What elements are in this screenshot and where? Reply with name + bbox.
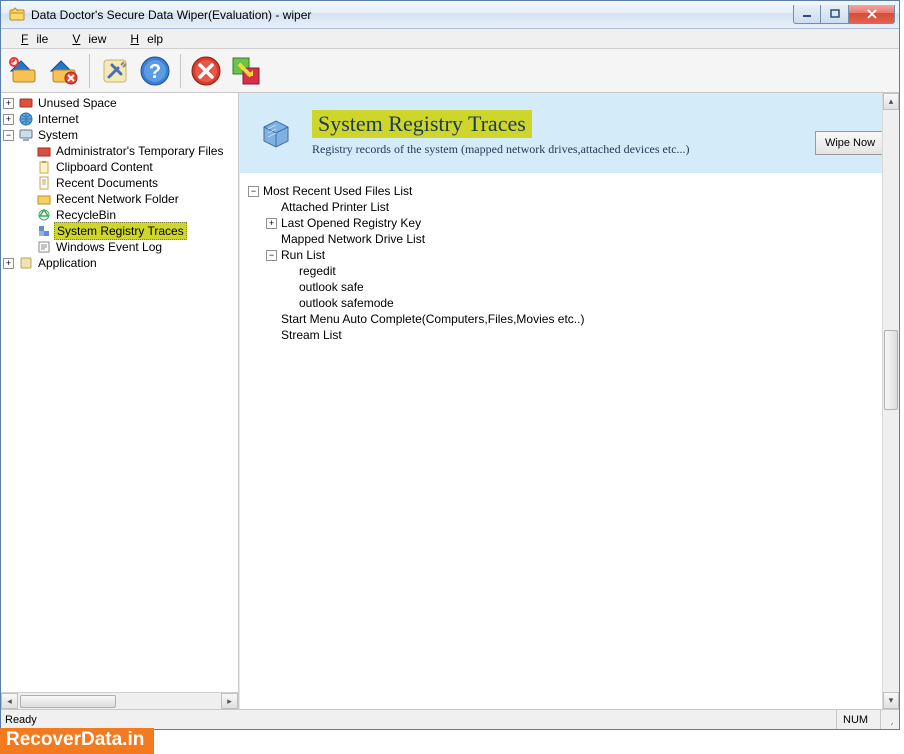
sidebar-item-recent-network[interactable]: Recent Network Folder [3, 191, 238, 207]
toolbar-settings-icon[interactable] [96, 52, 134, 90]
status-blank [803, 710, 837, 729]
globe-icon [18, 111, 34, 127]
folder-icon [36, 143, 52, 159]
sidebar-selected-label: System Registry Traces [54, 222, 187, 240]
tree-item-printer[interactable]: Attached Printer List [248, 199, 891, 215]
window-controls [793, 5, 895, 25]
sidebar-item-system[interactable]: − System [3, 127, 238, 143]
tree-item-mapped[interactable]: Mapped Network Drive List [248, 231, 891, 247]
collapse-icon[interactable]: − [3, 130, 14, 141]
toolbar-cancel-icon[interactable] [187, 52, 225, 90]
tree-item-outlook-safemode[interactable]: outlook safemode [248, 295, 891, 311]
sidebar-item-registry-traces[interactable]: System Registry Traces [3, 223, 238, 239]
toolbar-open-folder-icon[interactable] [5, 52, 43, 90]
scroll-down-icon[interactable]: ▾ [883, 692, 899, 709]
recycle-icon [36, 207, 52, 223]
tree-item-runlist[interactable]: − Run List [248, 247, 891, 263]
minimize-button[interactable] [793, 5, 821, 24]
collapse-icon[interactable]: − [266, 250, 277, 261]
sidebar-tree: + Unused Space + Internet − [1, 93, 238, 692]
content-tree: − Most Recent Used Files List Attached P… [240, 173, 899, 709]
collapse-icon[interactable]: − [248, 186, 259, 197]
main-panel: System Registry Traces Registry records … [239, 93, 899, 709]
sidebar-item-recent-docs[interactable]: Recent Documents [3, 175, 238, 191]
sidebar-item-admin-temp[interactable]: Administrator's Temporary Files [3, 143, 238, 159]
main-vscrollbar[interactable]: ▴ ▾ [882, 93, 899, 709]
eventlog-icon [36, 239, 52, 255]
sidebar-item-recyclebin[interactable]: RecycleBin [3, 207, 238, 223]
toolbar-separator [180, 54, 181, 88]
page-subtitle: Registry records of the system (mapped n… [312, 142, 690, 157]
app-icon [9, 7, 25, 23]
clipboard-icon [36, 159, 52, 175]
svg-text:?: ? [149, 61, 161, 83]
titlebar: Data Doctor's Secure Data Wiper(Evaluati… [1, 1, 899, 29]
network-folder-icon [36, 191, 52, 207]
toolbar-swap-icon[interactable] [227, 52, 265, 90]
menubar: File View Help [1, 29, 899, 49]
sidebar: + Unused Space + Internet − [1, 93, 239, 709]
maximize-button[interactable] [821, 5, 849, 24]
sidebar-item-eventlog[interactable]: Windows Event Log [3, 239, 238, 255]
app-window: Data Doctor's Secure Data Wiper(Evaluati… [0, 0, 900, 730]
sidebar-item-unused-space[interactable]: + Unused Space [3, 95, 238, 111]
tree-item-startmenu[interactable]: Start Menu Auto Complete(Computers,Files… [248, 311, 891, 327]
expand-icon[interactable]: + [3, 114, 14, 125]
window-title: Data Doctor's Secure Data Wiper(Evaluati… [31, 8, 793, 22]
sidebar-item-internet[interactable]: + Internet [3, 111, 238, 127]
tree-item-stream[interactable]: Stream List [248, 327, 891, 343]
tree-item-outlook-safe[interactable]: outlook safe [248, 279, 891, 295]
expand-icon[interactable]: + [266, 218, 277, 229]
tree-item-mru[interactable]: − Most Recent Used Files List [248, 183, 891, 199]
watermark: RecoverData.in [0, 728, 154, 754]
toolbar-delete-folder-icon[interactable] [45, 52, 83, 90]
scroll-right-icon[interactable]: ▸ [221, 693, 238, 709]
header-text-block: System Registry Traces Registry records … [312, 110, 690, 157]
scroll-track[interactable] [18, 693, 221, 709]
menu-view[interactable]: View [56, 30, 114, 48]
computer-icon [18, 127, 34, 143]
sidebar-hscrollbar[interactable]: ◂ ▸ [1, 692, 238, 709]
tree-item-lastreg[interactable]: + Last Opened Registry Key [248, 215, 891, 231]
sidebar-item-clipboard[interactable]: Clipboard Content [3, 159, 238, 175]
expand-icon[interactable]: + [3, 98, 14, 109]
scroll-left-icon[interactable]: ◂ [1, 693, 18, 709]
scroll-track[interactable] [883, 110, 899, 692]
tree-item-regedit[interactable]: regedit [248, 263, 891, 279]
header-panel: System Registry Traces Registry records … [240, 93, 899, 173]
scroll-up-icon[interactable]: ▴ [883, 93, 899, 110]
registry-icon [36, 223, 52, 239]
toolbar-help-icon[interactable]: ? [136, 52, 174, 90]
toolbar-separator [89, 54, 90, 88]
registry-cube-icon [258, 113, 298, 153]
scroll-thumb[interactable] [884, 330, 898, 410]
status-ready: Ready [1, 710, 803, 729]
sidebar-item-application[interactable]: + Application [3, 255, 238, 271]
body-area: + Unused Space + Internet − [1, 93, 899, 709]
unused-space-icon [18, 95, 34, 111]
scroll-thumb[interactable] [20, 695, 116, 708]
statusbar: Ready NUM [1, 709, 899, 729]
menu-file[interactable]: File [5, 30, 56, 48]
close-button[interactable] [849, 5, 895, 24]
page-title: System Registry Traces [312, 110, 532, 138]
expand-icon[interactable]: + [3, 258, 14, 269]
wipe-now-button[interactable]: Wipe Now [815, 131, 885, 155]
application-icon [18, 255, 34, 271]
toolbar: ? [1, 49, 899, 93]
status-num: NUM [837, 710, 881, 729]
document-icon [36, 175, 52, 191]
resize-grip-icon[interactable] [881, 710, 899, 729]
menu-help[interactable]: Help [114, 30, 171, 48]
